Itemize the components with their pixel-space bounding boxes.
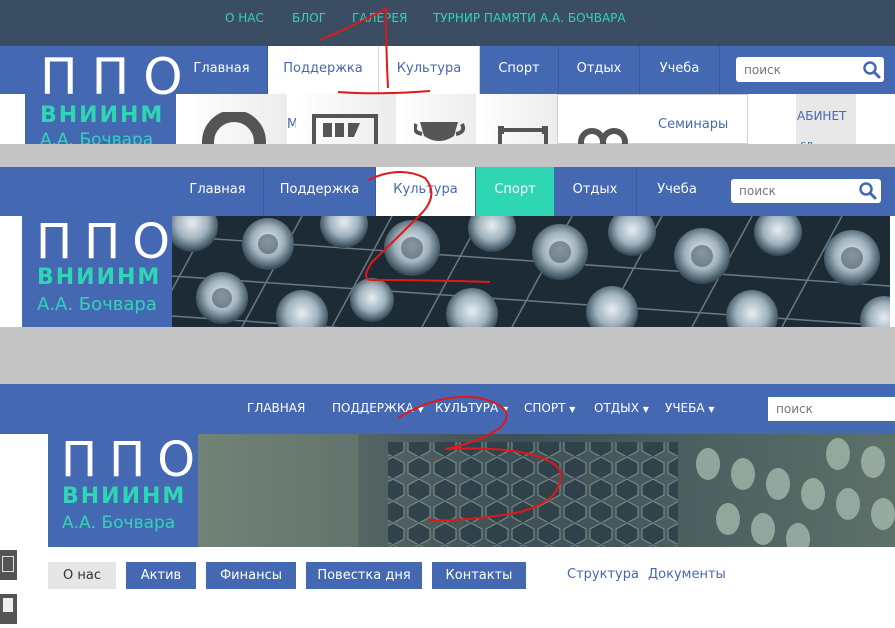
v3-nav-culture-label: КУЛЬТУРА — [435, 401, 499, 415]
document-icon — [3, 598, 13, 612]
v3-banner-image — [198, 434, 895, 547]
separator — [0, 144, 895, 167]
v3-nav-culture[interactable]: КУЛЬТУРА ▼ — [435, 401, 508, 415]
v3-nav-sport[interactable]: СПОРТ ▼ — [524, 401, 575, 415]
v3-button-agenda[interactable]: Повестка дня — [306, 562, 422, 589]
seminar-icon — [578, 128, 628, 144]
v1-search-icon[interactable] — [862, 60, 882, 80]
separator — [0, 327, 895, 384]
v2-logo-bochvar: А.А. Бочвара — [37, 294, 157, 315]
v2-logo-ppo: ППО — [36, 214, 182, 270]
caret-down-icon: ▼ — [708, 405, 715, 414]
v2-search-icon[interactable] — [858, 181, 878, 201]
v1-tab-sport[interactable]: Спорт — [480, 46, 559, 94]
ring-icon — [498, 126, 548, 144]
v1-tab-study[interactable]: Учеба — [640, 46, 720, 94]
v3-button-finance[interactable]: Финансы — [206, 562, 296, 589]
caret-down-icon: ▼ — [642, 405, 649, 414]
v3-button-activ[interactable]: Актив — [126, 562, 196, 589]
v3-logo-vniinm: ВНИИНМ — [62, 484, 187, 509]
v2-logo-vniinm: ВНИИНМ — [37, 265, 162, 290]
v2-tab-sport[interactable]: Спорт — [476, 167, 554, 216]
lifebuoy-icon — [202, 112, 266, 144]
v3-nav-support[interactable]: ПОДДЕРЖКА ▼ — [332, 401, 424, 415]
v3-nav-study-label: УЧЕБА — [665, 401, 705, 415]
v2-tab-home[interactable]: Главная — [172, 167, 264, 216]
v1-logo-ppo: ППО — [40, 48, 197, 106]
v2-tab-leisure[interactable]: Отдых — [554, 167, 637, 216]
trophy-icon — [414, 122, 466, 141]
v3-nav-home[interactable]: ГЛАВНАЯ — [247, 401, 305, 415]
v3-search-input[interactable] — [768, 397, 895, 421]
v1-tab-culture[interactable]: Культура — [379, 46, 480, 94]
v2-tab-culture[interactable]: Культура — [376, 167, 476, 216]
v1-top-link-tournament[interactable]: ТУРНИР ПАМЯТИ А.А. БОЧВАРА — [433, 11, 626, 25]
v2-left-gap — [0, 216, 22, 327]
v3-nav-sport-label: СПОРТ — [524, 401, 566, 415]
v2-right-gap — [890, 216, 895, 327]
v3-logo-bochvar: А.А. Бочвара — [62, 513, 176, 533]
v1-top-link-about[interactable]: О НАС — [225, 11, 264, 25]
v1-top-link-gallery[interactable]: ГАЛЕРЕЯ — [352, 11, 407, 25]
v3-nav-leisure-label: ОТДЫХ — [594, 401, 639, 415]
v3-button-contacts[interactable]: Контакты — [432, 562, 526, 589]
photo-frame-icon — [2, 556, 14, 572]
v3-link-structure[interactable]: Структура — [567, 567, 639, 582]
v1-top-link-blog[interactable]: БЛОГ — [292, 11, 326, 25]
v1-left-gap — [0, 94, 25, 144]
v3-logo-ppo: ППО — [61, 432, 207, 488]
v2-banner-image — [172, 216, 890, 327]
v1-dropdown-seminars-label[interactable]: Семинары — [658, 117, 728, 132]
v2-tab-support[interactable]: Поддержка — [264, 167, 376, 216]
v1-tab-support[interactable]: Поддержка — [268, 46, 379, 94]
v3-nav-study[interactable]: УЧЕБА ▼ — [665, 401, 715, 415]
battery-icon — [312, 114, 378, 144]
v3-link-documents[interactable]: Документы — [648, 567, 726, 582]
v1-logo-vniinm: ВНИИНМ — [40, 103, 165, 128]
v3-nav-support-label: ПОДДЕРЖКА — [332, 401, 414, 415]
v1-cabinet-label: АБИНЕТ — [797, 109, 847, 123]
caret-down-icon: ▼ — [569, 405, 576, 414]
v1-tab-leisure[interactable]: Отдых — [559, 46, 640, 94]
caret-down-icon: ▼ — [502, 405, 509, 414]
v3-button-about[interactable]: О нас — [48, 562, 116, 589]
v3-nav-leisure[interactable]: ОТДЫХ ▼ — [594, 401, 649, 415]
caret-down-icon: ▼ — [417, 405, 424, 414]
v2-tab-study[interactable]: Учеба — [637, 167, 717, 216]
